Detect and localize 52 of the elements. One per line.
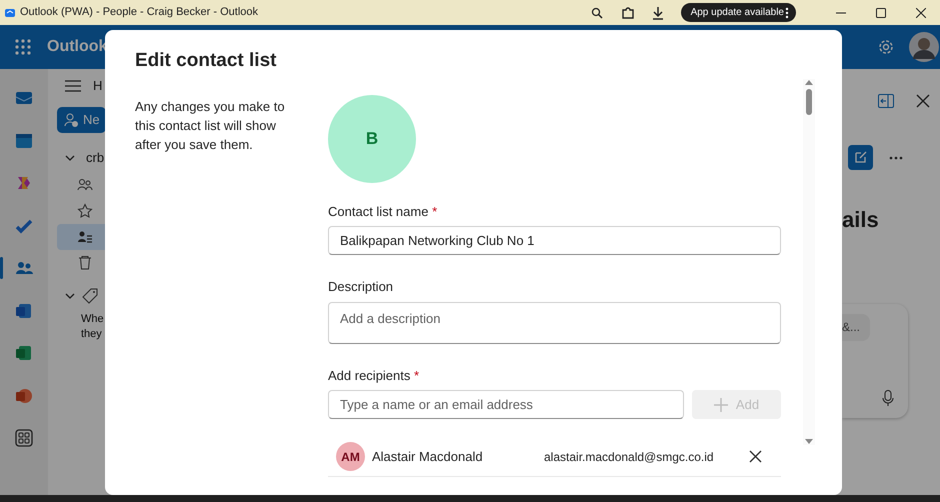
dialog-title: Edit contact list <box>135 50 278 73</box>
intro-text: Any changes you make to this contact list will show after you save them. <box>135 98 286 154</box>
field-label: Description <box>328 278 394 296</box>
tab-label[interactable]: H <box>93 76 102 96</box>
hint-text: they <box>80 326 102 342</box>
recipient-field[interactable]: Type a name or an email address <box>328 390 684 420</box>
close-icon[interactable] <box>916 8 926 18</box>
recipient-avatar: AM <box>336 442 365 472</box>
new-contact-button[interactable]: Ne <box>57 107 106 133</box>
remove-icon[interactable] <box>749 450 762 464</box>
contacts-icon <box>77 176 93 192</box>
microphone-icon[interactable] <box>882 390 894 406</box>
hint-text: Whe <box>80 312 104 326</box>
app-launcher-icon[interactable] <box>15 39 31 55</box>
scrollbar[interactable] <box>803 78 815 445</box>
lists-icon <box>77 228 93 244</box>
chevron-icon[interactable] <box>65 152 75 163</box>
plus-icon <box>714 398 728 412</box>
field-label: Add recipients * <box>328 366 420 385</box>
folder-name[interactable]: crb <box>86 148 104 168</box>
more-icon[interactable] <box>784 6 790 18</box>
dock-icon[interactable] <box>878 94 894 108</box>
scroll-up-icon[interactable] <box>805 78 813 85</box>
update-button[interactable]: App update available <box>680 3 796 22</box>
settings-icon[interactable] <box>877 38 895 56</box>
chevron-icon[interactable] <box>65 290 75 300</box>
scroll-down-icon[interactable] <box>805 438 813 445</box>
add-person-icon <box>63 112 79 128</box>
scroll-thumb[interactable] <box>806 88 812 115</box>
app-icon <box>4 6 16 18</box>
field-label: Contact list name * <box>328 202 438 221</box>
deleted-icon <box>77 254 93 270</box>
avatar[interactable] <box>909 32 939 62</box>
more-icon[interactable] <box>889 156 903 160</box>
window-title: Outlook (PWA) - People - Craig Becker - Outlook <box>20 5 258 20</box>
recipient-chip[interactable]: &... <box>842 314 870 341</box>
app-name: Outlook <box>47 37 108 57</box>
download-icon[interactable] <box>650 6 665 20</box>
close-icon[interactable] <box>916 94 930 108</box>
edit-button[interactable] <box>848 145 873 170</box>
apps-icon[interactable] <box>14 428 34 448</box>
avatar: B <box>328 94 416 183</box>
recipient-name: Alastair Macdonald <box>372 448 484 466</box>
favorites-icon <box>77 202 93 218</box>
maximize-icon[interactable] <box>876 8 886 18</box>
tag-icon <box>82 288 98 304</box>
details-heading: ails <box>842 206 880 234</box>
zoom-icon[interactable] <box>590 6 603 18</box>
name-field[interactable]: Balikpapan Networking Club No 1 <box>328 226 781 256</box>
description-field[interactable]: Add a description <box>328 302 781 344</box>
menu-icon[interactable] <box>65 79 81 93</box>
recipient-email: alastair.macdonald@smgc.co.id <box>544 448 715 466</box>
